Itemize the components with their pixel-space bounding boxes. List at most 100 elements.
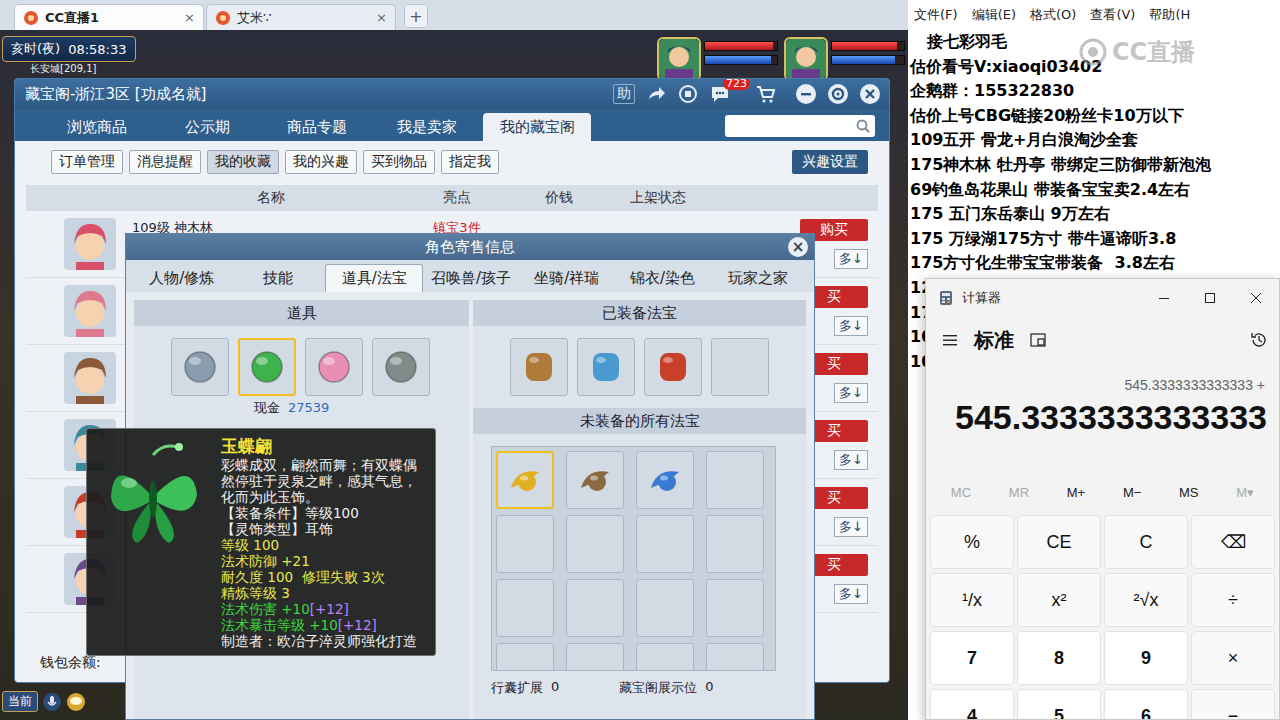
character-portrait-icon[interactable] <box>784 37 828 81</box>
more-button[interactable]: 多↓ <box>834 249 868 269</box>
calculator-key[interactable]: CE <box>1017 515 1101 569</box>
treasure-slot[interactable] <box>566 643 624 671</box>
more-button[interactable]: 多↓ <box>834 316 868 336</box>
treasure-slot[interactable] <box>706 579 764 637</box>
dialog-tab[interactable]: 技能 <box>230 264 326 292</box>
interest-settings-button[interactable]: 兴趣设置 <box>792 150 868 174</box>
character-portrait-icon[interactable] <box>657 37 701 81</box>
treasure-slot[interactable] <box>566 515 624 573</box>
treasure-slot[interactable] <box>496 643 554 671</box>
microphone-icon[interactable] <box>42 692 62 712</box>
menu-item[interactable]: 帮助(H <box>1149 6 1190 24</box>
calculator-key[interactable]: 4 <box>930 689 1014 720</box>
dialog-tab[interactable]: 坐骑/祥瑞 <box>519 264 615 292</box>
tab-close-button[interactable]: × <box>184 10 195 25</box>
stop-icon[interactable] <box>677 83 699 105</box>
dialog-tab[interactable]: 道具/法宝 <box>325 264 423 292</box>
tab-close-button[interactable]: × <box>376 10 387 25</box>
treasure-slot[interactable] <box>706 451 764 509</box>
messages-button[interactable]: 723 <box>709 83 731 105</box>
share-icon[interactable] <box>645 83 667 105</box>
dialog-tab[interactable]: 召唤兽/孩子 <box>423 264 519 292</box>
chat-bubble-icon[interactable] <box>66 692 86 712</box>
calculator-key[interactable]: ¹/x <box>930 573 1014 627</box>
calculator-key[interactable]: ²√x <box>1104 573 1188 627</box>
calculator-key[interactable]: 9 <box>1104 631 1188 685</box>
more-button[interactable]: 多↓ <box>834 584 868 604</box>
treasure-slot[interactable] <box>566 451 624 509</box>
sub-tab[interactable]: 消息提醒 <box>129 150 201 174</box>
minimize-icon[interactable] <box>1141 282 1187 314</box>
search-field[interactable] <box>725 115 875 137</box>
dialog-close-button[interactable]: × <box>788 237 808 257</box>
treasure-slot[interactable] <box>566 579 624 637</box>
keep-on-top-icon[interactable] <box>1028 330 1048 350</box>
hamburger-menu-icon[interactable] <box>940 330 960 350</box>
treasure-slot[interactable] <box>496 451 554 509</box>
help-button[interactable]: 助 <box>613 84 635 104</box>
calculator-key[interactable]: ⌫ <box>1191 515 1275 569</box>
dialog-tab[interactable]: 玩家之家 <box>710 264 806 292</box>
treasure-slot[interactable] <box>636 451 694 509</box>
treasure-slot[interactable] <box>711 338 769 396</box>
cart-icon[interactable] <box>755 83 777 105</box>
browser-tab[interactable]: 艾米∵× <box>206 4 396 30</box>
magnifier-icon[interactable] <box>855 118 871 134</box>
calculator-key[interactable]: % <box>930 515 1014 569</box>
close-icon[interactable] <box>859 83 881 105</box>
memory-button[interactable]: M− <box>1123 485 1141 501</box>
item-slot[interactable] <box>372 338 430 396</box>
treasure-slot[interactable] <box>644 338 702 396</box>
nav-tab[interactable]: 我的藏宝阁 <box>483 113 591 141</box>
memory-button[interactable]: M+ <box>1067 485 1085 501</box>
calculator-key[interactable]: x² <box>1017 573 1101 627</box>
new-tab-button[interactable]: + <box>404 4 428 28</box>
menu-item[interactable]: 格式(O) <box>1030 6 1076 24</box>
more-button[interactable]: 多↓ <box>834 383 868 403</box>
nav-tab[interactable]: 我是卖家 <box>373 113 481 141</box>
sub-tab[interactable]: 订单管理 <box>51 150 123 174</box>
calculator-key[interactable]: 5 <box>1017 689 1101 720</box>
browser-tab[interactable]: CC直播1× <box>14 4 204 30</box>
menu-item[interactable]: 编辑(E) <box>972 6 1016 24</box>
item-slot[interactable] <box>171 338 229 396</box>
party-member[interactable] <box>784 37 905 81</box>
treasure-slot[interactable] <box>577 338 635 396</box>
party-member[interactable] <box>657 37 778 81</box>
calculator-key[interactable]: 8 <box>1017 631 1101 685</box>
nav-tab[interactable]: 浏览商品 <box>43 113 151 141</box>
calculator-key[interactable]: − <box>1191 689 1275 720</box>
more-button[interactable]: 多↓ <box>834 517 868 537</box>
treasure-slot[interactable] <box>496 579 554 637</box>
treasure-slot[interactable] <box>496 515 554 573</box>
menu-item[interactable]: 查看(V) <box>1090 6 1135 24</box>
close-icon[interactable] <box>1233 282 1279 314</box>
sub-tab[interactable]: 指定我 <box>441 150 499 174</box>
chat-channel-button[interactable]: 当前 <box>2 691 38 712</box>
item-slot[interactable] <box>238 338 296 396</box>
minimize-icon[interactable] <box>795 83 817 105</box>
treasure-slot[interactable] <box>510 338 568 396</box>
sub-tab[interactable]: 我的兴趣 <box>285 150 357 174</box>
maximize-icon[interactable] <box>1187 282 1233 314</box>
sub-tab[interactable]: 买到物品 <box>363 150 435 174</box>
treasure-slot[interactable] <box>706 643 764 671</box>
calculator-key[interactable]: 6 <box>1104 689 1188 720</box>
treasure-slot[interactable] <box>706 515 764 573</box>
calculator-key[interactable]: 7 <box>930 631 1014 685</box>
calculator-key[interactable]: × <box>1191 631 1275 685</box>
treasure-slot[interactable] <box>636 515 694 573</box>
memory-button[interactable]: MS <box>1179 485 1199 501</box>
treasure-slot[interactable] <box>636 579 694 637</box>
menu-item[interactable]: 文件(F) <box>914 6 958 24</box>
calculator-key[interactable]: ÷ <box>1191 573 1275 627</box>
sub-tab[interactable]: 我的收藏 <box>207 150 279 174</box>
item-slot[interactable] <box>305 338 363 396</box>
history-icon[interactable] <box>1249 330 1269 350</box>
dialog-tab[interactable]: 锦衣/染色 <box>615 264 711 292</box>
more-button[interactable]: 多↓ <box>834 450 868 470</box>
calculator-key[interactable]: C <box>1104 515 1188 569</box>
treasure-slot[interactable] <box>636 643 694 671</box>
dialog-tab[interactable]: 人物/修炼 <box>134 264 230 292</box>
settings-icon[interactable] <box>827 83 849 105</box>
